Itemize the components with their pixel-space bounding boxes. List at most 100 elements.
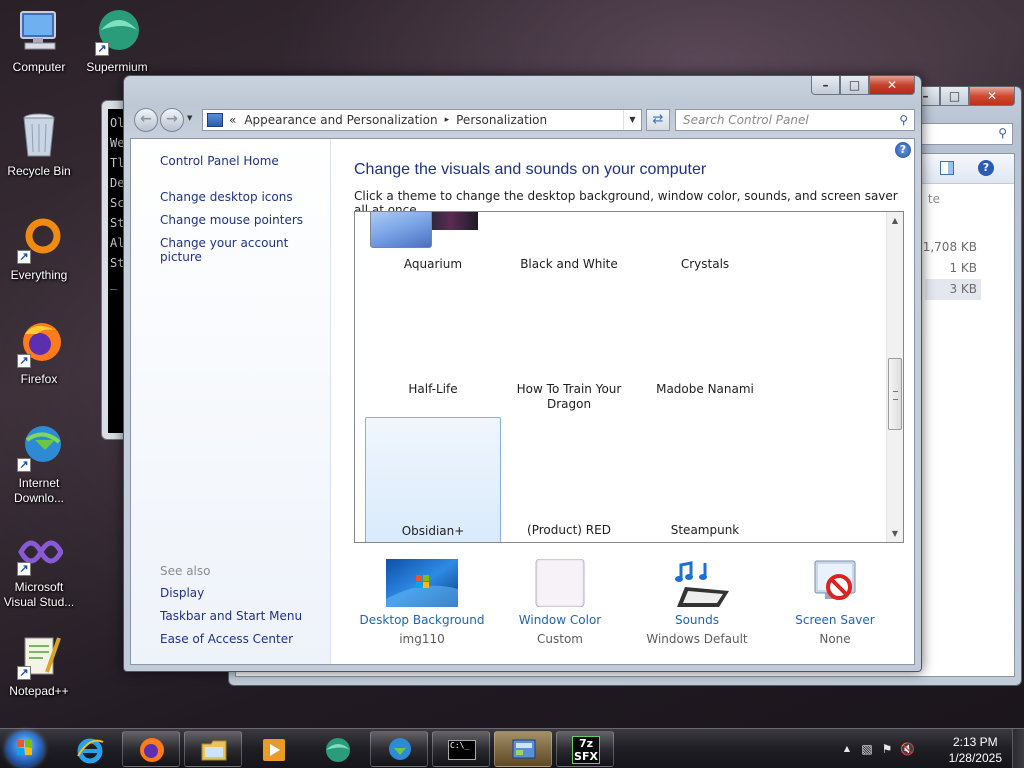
notepad-plus-plus-icon: ↗ xyxy=(15,632,63,680)
maximize-button[interactable]: □ xyxy=(840,76,869,95)
back-button[interactable]: ← xyxy=(134,108,158,132)
taskbar-supermium[interactable] xyxy=(308,731,366,767)
control-panel-icon xyxy=(207,113,223,127)
taskbar-firefox[interactable] xyxy=(122,731,180,767)
preview-pane-icon[interactable] xyxy=(940,161,954,175)
action-center-flag-icon[interactable]: ⚑ xyxy=(880,742,894,756)
setting-title: Screen Saver xyxy=(795,613,875,627)
address-bar[interactable]: « Appearance and Personalization ▸ Perso… xyxy=(202,109,642,131)
setting-title: Desktop Background xyxy=(359,613,485,627)
breadcrumb-parent[interactable]: Appearance and Personalization xyxy=(244,113,437,127)
setting-value: img110 xyxy=(399,632,445,646)
file-size: 3 KB xyxy=(925,279,981,300)
desktop-icon-notepad-plus-plus[interactable]: ↗ Notepad++ xyxy=(0,632,78,699)
folder-icon xyxy=(201,740,227,761)
theme-crystals[interactable]: Crystals xyxy=(637,257,773,272)
change-account-picture-link[interactable]: Change your account picture xyxy=(160,236,330,264)
desktop-icon-label: Recycle Bin xyxy=(7,164,71,178)
theme-list-scrollbar[interactable]: ▲ ▼ xyxy=(886,212,903,542)
taskbar-file-explorer[interactable] xyxy=(184,731,242,767)
maximize-button[interactable]: □ xyxy=(940,87,969,106)
network-icon[interactable]: ▧ xyxy=(860,742,874,756)
taskbar-media-player[interactable] xyxy=(244,731,302,767)
taskbar-start-menu-link[interactable]: Taskbar and Start Menu xyxy=(160,609,302,623)
file-size: 1 KB xyxy=(949,261,977,275)
search-input[interactable]: Search Control Panel ⚲ xyxy=(675,109,915,131)
help-icon[interactable]: ? xyxy=(978,160,994,176)
screen-saver-setting[interactable]: Screen Saver None xyxy=(765,559,905,646)
task-pane: Control Panel Home Change desktop icons … xyxy=(131,139,331,664)
theme-list[interactable]: Aquarium Black and White Crystals Half-L… xyxy=(354,211,904,543)
desktop-icon-firefox[interactable]: ↗ Firefox xyxy=(0,320,78,387)
shortcut-arrow-icon: ↗ xyxy=(17,250,31,264)
explorer-caption-buttons: – □ ✕ xyxy=(911,87,1015,106)
close-button[interactable]: ✕ xyxy=(869,76,915,95)
desktop-icon-supermium[interactable]: ↗ Supermium xyxy=(78,8,156,75)
desktop-icon-label: Notepad++ xyxy=(9,684,69,698)
aquarium-thumbnail-image xyxy=(370,212,432,248)
internet-download-manager-icon: ↗ xyxy=(15,424,63,472)
forward-button[interactable]: → xyxy=(160,108,184,132)
address-dropdown-icon[interactable]: ▼ xyxy=(623,110,641,130)
theme-aquarium[interactable]: Aquarium xyxy=(365,257,501,272)
desktop-background-setting[interactable]: Desktop Background img110 xyxy=(352,559,492,646)
desktop-icon-everything[interactable]: ↗ Everything xyxy=(0,216,78,283)
shortcut-arrow-icon: ↗ xyxy=(17,666,31,680)
shortcut-arrow-icon: ↗ xyxy=(17,354,31,368)
start-button[interactable] xyxy=(6,731,44,767)
taskbar-7zip-sfx[interactable]: 7z SFX xyxy=(556,731,614,767)
breadcrumb-current[interactable]: Personalization xyxy=(456,113,547,127)
caption-buttons: – □ ✕ xyxy=(811,76,915,95)
change-mouse-pointers-link[interactable]: Change mouse pointers xyxy=(160,213,303,227)
show-desktop-button[interactable] xyxy=(1012,729,1024,768)
content-area: Control Panel Home Change desktop icons … xyxy=(130,138,915,665)
recent-pages-dropdown-icon[interactable]: ▼ xyxy=(187,114,192,122)
supermium-icon xyxy=(326,738,350,762)
breadcrumb-separator[interactable]: ▸ xyxy=(445,115,450,125)
sounds-setting[interactable]: Sounds Windows Default xyxy=(627,559,767,646)
taskbar-internet-explorer[interactable] xyxy=(60,731,118,767)
control-panel-icon xyxy=(512,739,536,759)
theme-obsidian-plus[interactable]: Obsidian+ xyxy=(365,417,501,542)
change-desktop-icons-link[interactable]: Change desktop icons xyxy=(160,190,293,204)
taskbar-internet-download-manager[interactable] xyxy=(370,731,428,767)
theme-how-to-train-your-dragon[interactable]: How To Train Your Dragon xyxy=(501,382,637,412)
theme-madobe-nanami[interactable]: Madobe Nanami xyxy=(637,382,773,397)
theme-label: Obsidian+ xyxy=(401,524,465,538)
navigation-bar: ← → ▼ « Appearance and Personalization ▸… xyxy=(132,107,915,133)
clock[interactable]: 2:13 PM 1/28/2025 xyxy=(949,734,1002,766)
aquarium-thumbnail-strip xyxy=(432,212,478,230)
desktop-icon-internet-download-manager[interactable]: ↗ Internet Downlo... xyxy=(0,424,78,506)
taskbar-command-prompt[interactable]: C:\_ xyxy=(432,731,490,767)
ease-of-access-link[interactable]: Ease of Access Center xyxy=(160,632,293,646)
taskbar-control-panel[interactable] xyxy=(494,731,552,767)
page-title: Change the visuals and sounds on your co… xyxy=(354,161,707,178)
close-button[interactable]: ✕ xyxy=(969,87,1015,106)
show-hidden-icons-icon[interactable]: ▲ xyxy=(840,742,854,756)
personalization-settings: Desktop Background img110 Window Color C… xyxy=(352,558,905,659)
scroll-up-arrow-icon[interactable]: ▲ xyxy=(887,212,903,229)
breadcrumb-chevron[interactable]: « xyxy=(229,113,236,127)
computer-icon xyxy=(15,8,63,56)
minimize-button[interactable]: – xyxy=(811,76,840,95)
window-color-setting[interactable]: Window Color Custom xyxy=(490,558,630,646)
desktop-icon-computer[interactable]: Computer xyxy=(0,8,78,75)
personalization-window[interactable]: – □ ✕ ← → ▼ « Appearance and Personaliza… xyxy=(123,75,922,672)
scroll-down-arrow-icon[interactable]: ▼ xyxy=(887,525,903,542)
desktop-icon-visual-studio[interactable]: ↗ Microsoft Visual Stud... xyxy=(0,528,78,610)
control-panel-home-link[interactable]: Control Panel Home xyxy=(160,154,279,168)
desktop-icon-recycle-bin[interactable]: Recycle Bin xyxy=(0,112,78,179)
scroll-thumb[interactable] xyxy=(888,358,902,430)
refresh-button[interactable]: ⇄ xyxy=(646,109,670,131)
volume-muted-icon[interactable]: 🔇 xyxy=(900,742,915,756)
help-icon[interactable]: ? xyxy=(895,142,911,158)
theme-black-and-white[interactable]: Black and White xyxy=(501,257,637,272)
theme-steampunk[interactable]: Steampunk xyxy=(637,523,773,538)
search-icon[interactable]: ⚲ xyxy=(899,110,908,130)
search-placeholder: Search Control Panel xyxy=(683,113,809,127)
theme-half-life[interactable]: Half-Life xyxy=(365,382,501,397)
theme-product-red[interactable]: (Product) RED xyxy=(501,523,637,538)
theme-aquarium-thumbnail[interactable] xyxy=(355,212,495,252)
explorer-search-input[interactable]: ⚲ xyxy=(913,123,1013,145)
display-link[interactable]: Display xyxy=(160,586,204,600)
